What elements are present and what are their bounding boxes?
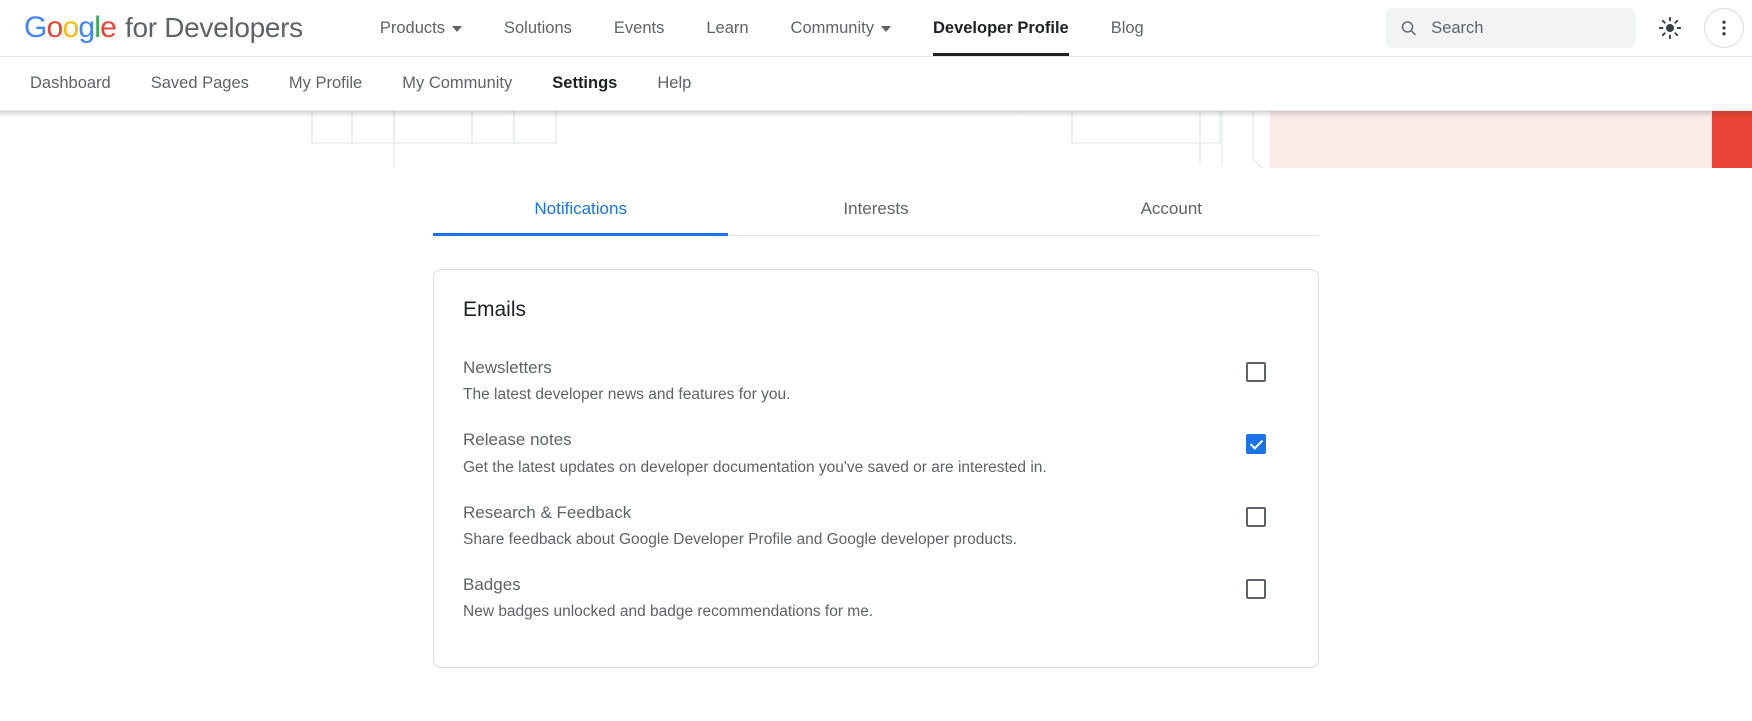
settings-tabs: Notifications Interests Account: [433, 181, 1319, 236]
checkbox-release-notes[interactable]: [1246, 434, 1266, 454]
logo-letter-e: e: [100, 11, 116, 44]
hero-banner: [0, 111, 1752, 168]
sidebar-item-my-community[interactable]: My Community: [382, 57, 532, 111]
tab-notifications[interactable]: Notifications: [433, 181, 728, 235]
search-icon: [1400, 18, 1417, 38]
brand-logo[interactable]: Google for Developers: [24, 11, 303, 45]
preference-description: New badges unlocked and badge recommenda…: [463, 602, 873, 622]
tab-label: Notifications: [534, 199, 627, 218]
preference-description: The latest developer news and features f…: [463, 385, 790, 405]
brand-suffix: for Developers: [125, 12, 303, 44]
preference-text: Badges New badges unlocked and badge rec…: [462, 574, 873, 622]
nav-item-label: Events: [614, 0, 664, 56]
nav-item-label: Learn: [706, 0, 748, 56]
preference-row-release-notes: Release notes Get the latest updates on …: [462, 419, 1290, 491]
preference-row-badges: Badges New badges unlocked and badge rec…: [462, 564, 1290, 636]
logo-letter-g1: G: [24, 11, 47, 44]
secondary-nav-label: My Profile: [289, 74, 362, 93]
search-input[interactable]: [1431, 19, 1622, 38]
nav-item-label: Solutions: [504, 0, 572, 56]
nav-item-community[interactable]: Community: [770, 0, 912, 56]
preference-description: Get the latest updates on developer docu…: [463, 458, 1047, 478]
tab-account[interactable]: Account: [1024, 181, 1319, 235]
google-wordmark: Google: [24, 11, 116, 45]
grid-lines: [312, 111, 556, 168]
tab-interests[interactable]: Interests: [728, 181, 1023, 235]
tab-label: Interests: [843, 199, 908, 218]
primary-nav: Products Solutions Events Learn Communit…: [359, 0, 1165, 56]
nav-item-label: Blog: [1111, 0, 1144, 56]
nav-item-blog[interactable]: Blog: [1090, 0, 1165, 56]
grid-lines-right: [1072, 111, 1277, 168]
sun-icon: [1658, 16, 1682, 40]
preference-text: Research & Feedback Share feedback about…: [462, 502, 1017, 550]
checkbox-badges[interactable]: [1246, 579, 1266, 599]
top-header: Google for Developers Products Solutions…: [0, 0, 1752, 56]
nav-item-label: Products: [380, 0, 445, 56]
sidebar-item-help[interactable]: Help: [637, 57, 711, 111]
secondary-nav: Dashboard Saved Pages My Profile My Comm…: [0, 56, 1752, 111]
emails-card: Emails Newsletters The latest developer …: [433, 269, 1319, 668]
page-title: Emails: [462, 298, 1290, 322]
nav-item-events[interactable]: Events: [593, 0, 685, 56]
secondary-nav-label: My Community: [402, 74, 512, 93]
preference-row-newsletters: Newsletters The latest developer news an…: [462, 347, 1290, 419]
chevron-down-icon: [881, 26, 891, 32]
preference-text: Newsletters The latest developer news an…: [462, 357, 790, 405]
nav-item-products[interactable]: Products: [359, 0, 483, 56]
secondary-nav-label: Dashboard: [30, 74, 111, 93]
preference-description: Share feedback about Google Developer Pr…: [463, 530, 1017, 550]
nav-item-label: Developer Profile: [933, 0, 1069, 56]
logo-letter-g2: g: [78, 11, 94, 44]
overflow-menu-button[interactable]: [1704, 8, 1744, 48]
more-vert-icon: [1714, 18, 1734, 38]
preference-label: Research & Feedback: [463, 502, 1017, 523]
nav-item-learn[interactable]: Learn: [685, 0, 769, 56]
preference-text: Release notes Get the latest updates on …: [462, 429, 1047, 477]
nav-item-label: Community: [791, 0, 874, 56]
hero-illustration: [0, 111, 1752, 168]
search-box[interactable]: [1386, 8, 1636, 48]
tab-label: Account: [1141, 199, 1202, 218]
checkbox-research-feedback[interactable]: [1246, 507, 1266, 527]
header-actions: [1386, 0, 1752, 56]
secondary-nav-label: Saved Pages: [151, 74, 249, 93]
preference-row-research-feedback: Research & Feedback Share feedback about…: [462, 492, 1290, 564]
secondary-nav-label: Help: [657, 74, 691, 93]
nav-item-solutions[interactable]: Solutions: [483, 0, 593, 56]
nav-item-developer-profile[interactable]: Developer Profile: [912, 0, 1090, 56]
logo-letter-o1: o: [47, 11, 63, 44]
sidebar-item-settings[interactable]: Settings: [532, 57, 637, 111]
preference-label: Badges: [463, 574, 873, 595]
preference-label: Release notes: [463, 429, 1047, 450]
chevron-down-icon: [452, 26, 462, 32]
sidebar-item-dashboard[interactable]: Dashboard: [10, 57, 131, 111]
sidebar-item-saved-pages[interactable]: Saved Pages: [131, 57, 269, 111]
preference-label: Newsletters: [463, 357, 790, 378]
theme-toggle-button[interactable]: [1650, 8, 1690, 48]
sidebar-item-my-profile[interactable]: My Profile: [269, 57, 382, 111]
main-content: Notifications Interests Account Emails N…: [0, 181, 1752, 721]
logo-letter-o2: o: [62, 11, 78, 44]
checkbox-newsletters[interactable]: [1246, 362, 1266, 382]
secondary-nav-label: Settings: [552, 74, 617, 93]
